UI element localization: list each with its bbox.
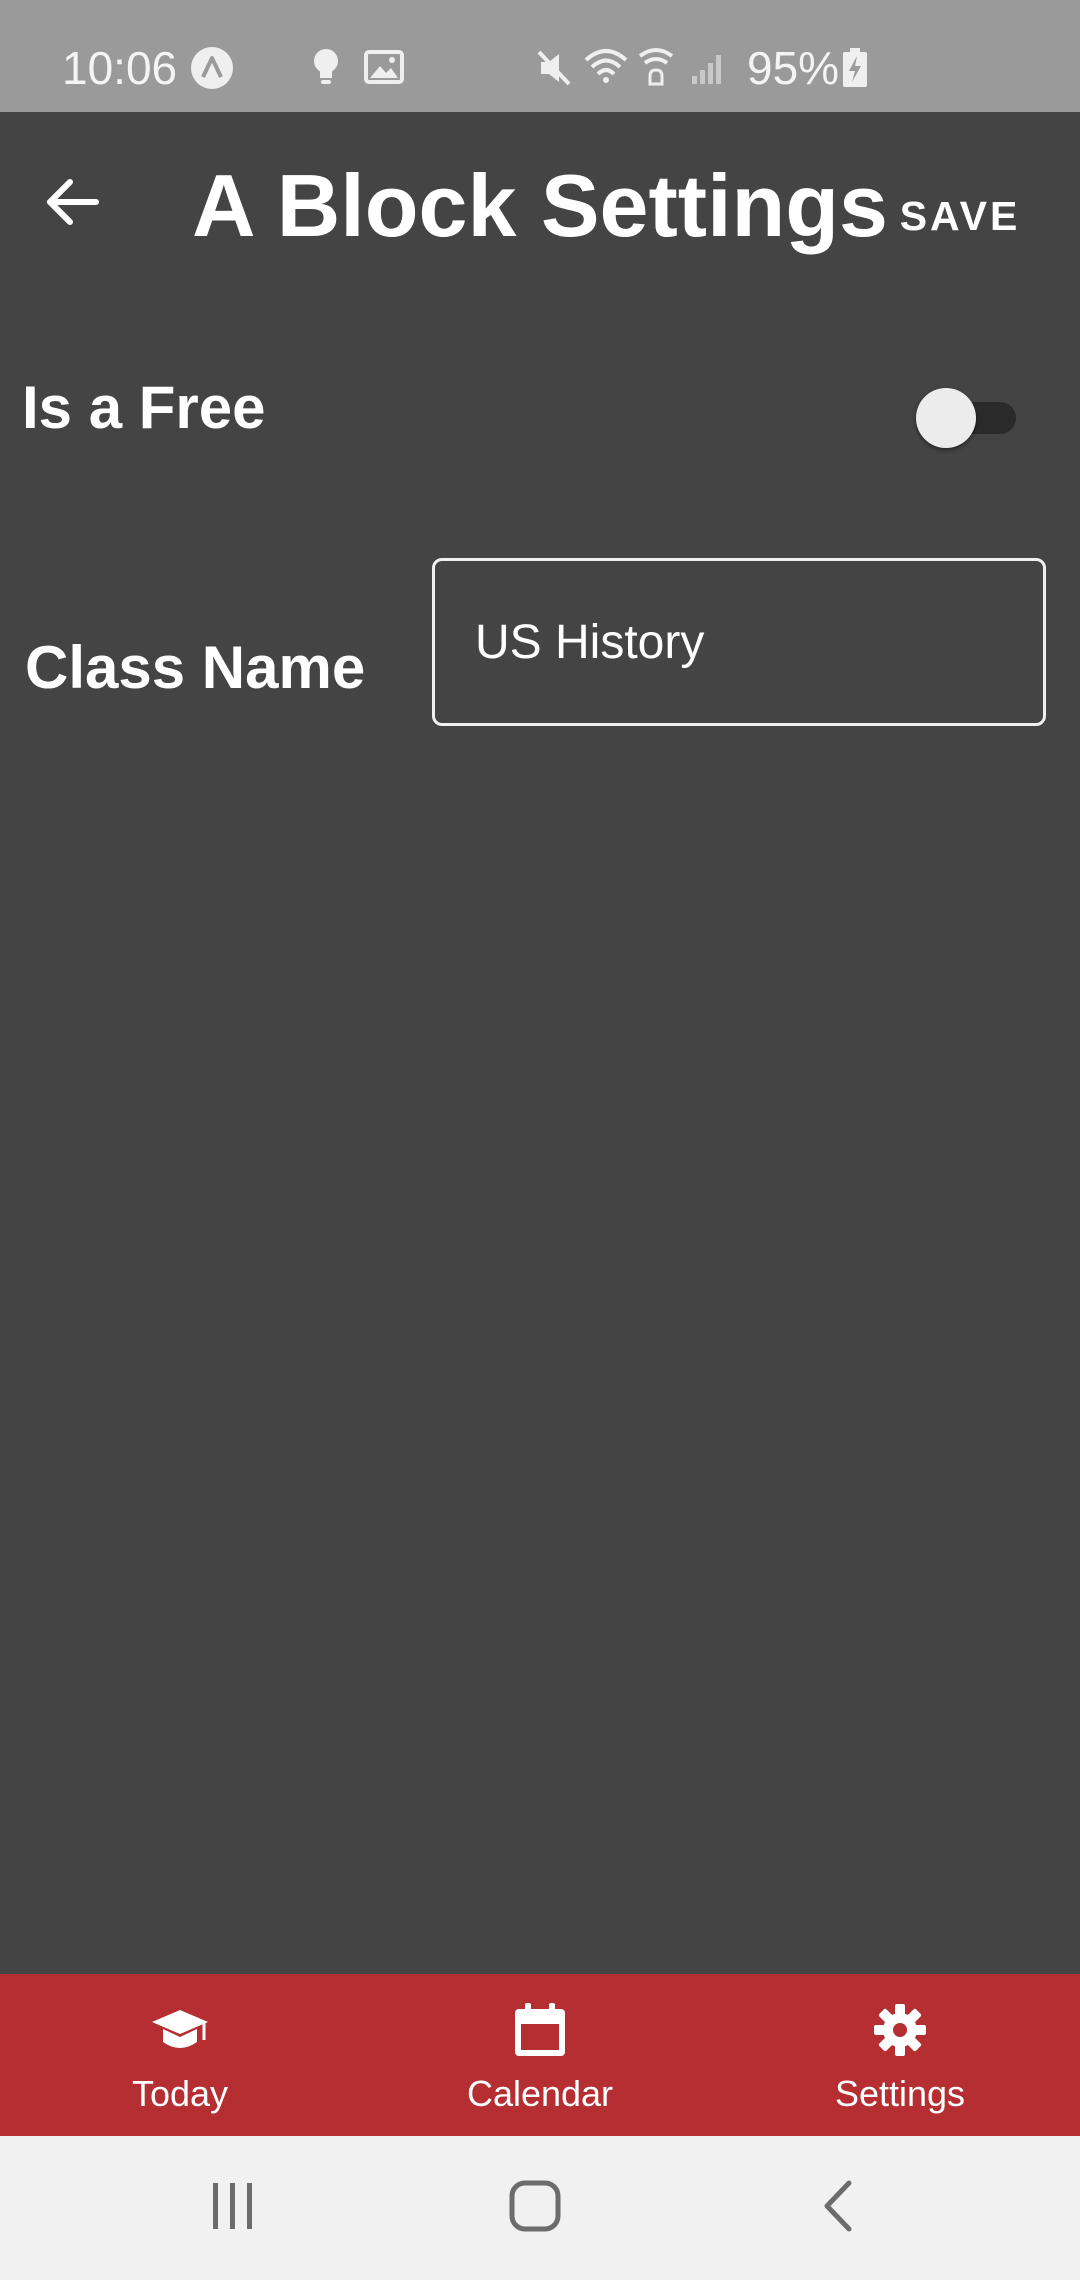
home-button[interactable] — [490, 2172, 580, 2244]
save-button[interactable]: SAVE — [890, 176, 1030, 256]
gear-icon — [870, 2000, 930, 2060]
bottom-navigation: Today Calendar Settings — [0, 1974, 1080, 2136]
signal-icon — [690, 52, 726, 91]
battery-percentage: 95% — [747, 42, 840, 94]
recent-apps-button[interactable] — [188, 2172, 278, 2244]
home-icon — [508, 2179, 562, 2238]
status-time: 10:06 — [62, 42, 178, 94]
is-free-label: Is a Free — [22, 374, 266, 441]
image-icon — [364, 50, 404, 89]
nav-item-calendar[interactable]: Calendar — [400, 1974, 680, 2136]
app-bar: A Block Settings SAVE — [0, 112, 1080, 302]
status-bar: 10:06 95% — [0, 0, 1080, 112]
nav-label-settings: Settings — [834, 2073, 966, 2114]
lightbulb-icon — [312, 48, 340, 93]
system-back-button[interactable] — [792, 2172, 882, 2244]
system-navigation-bar — [0, 2136, 1080, 2280]
arrow-left-icon — [44, 178, 100, 231]
calendar-icon — [510, 2000, 570, 2060]
nav-label-calendar: Calendar — [466, 2073, 614, 2114]
nav-item-today[interactable]: Today — [40, 1974, 320, 2136]
class-name-label: Class Name — [25, 634, 366, 701]
back-button[interactable] — [32, 164, 112, 244]
mute-icon — [535, 48, 573, 93]
wifi-icon — [584, 48, 628, 89]
graduation-cap-icon — [150, 2000, 210, 2060]
wifi-calling-icon — [636, 46, 676, 93]
page-title: A Block Settings — [192, 156, 888, 255]
is-free-toggle[interactable] — [916, 386, 1018, 448]
recent-apps-icon — [209, 2181, 257, 2236]
nav-item-settings[interactable]: Settings — [760, 1974, 1040, 2136]
chevron-left-icon — [817, 2179, 857, 2238]
class-name-input[interactable] — [432, 558, 1046, 726]
toggle-thumb — [916, 388, 976, 448]
app-notification-icon — [190, 46, 234, 95]
nav-label-today: Today — [131, 2073, 229, 2114]
battery-charging-icon — [842, 48, 868, 93]
